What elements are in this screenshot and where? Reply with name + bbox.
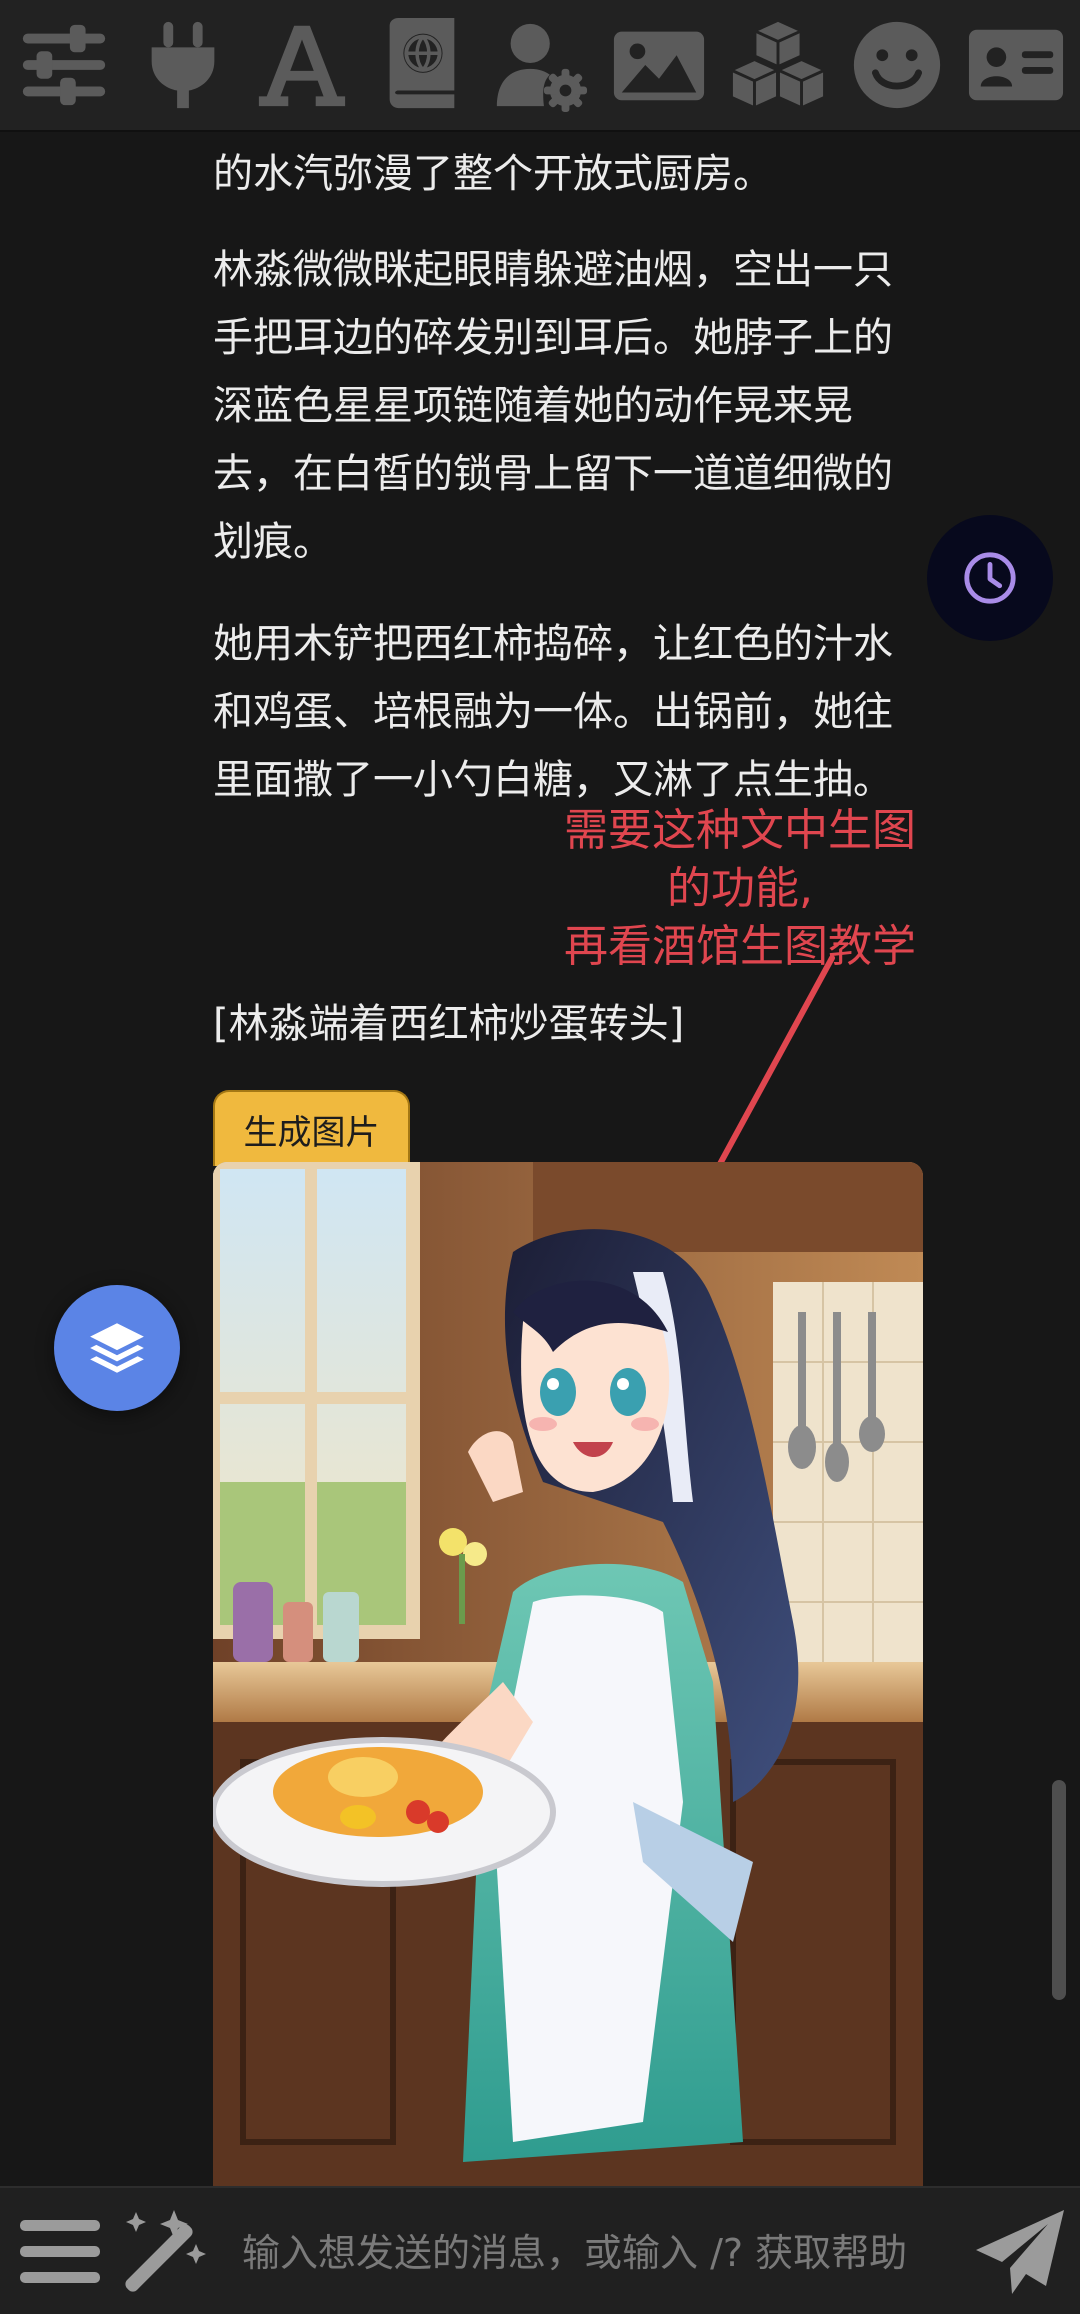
send-icon[interactable] [972, 2206, 1068, 2298]
annotation-line: 的功能, [667, 863, 813, 914]
sliders-icon[interactable] [8, 9, 120, 121]
annotation-line: 再看酒馆生图教学 [564, 921, 916, 972]
magic-wand-icon[interactable] [116, 2204, 208, 2296]
smile-icon[interactable] [841, 9, 953, 121]
history-button[interactable] [927, 515, 1053, 641]
message-paragraph: [林淼端着西红柿炒蛋转头] [213, 990, 903, 1058]
generate-image-label: 生成图片 [243, 1112, 380, 1153]
id-card-icon[interactable] [960, 9, 1072, 121]
annotation-text: 需要这种文中生图 的功能, 再看酒馆生图教学 [520, 802, 960, 976]
clock-icon [964, 552, 1016, 604]
cubes-icon[interactable] [722, 9, 834, 121]
message-input[interactable] [240, 2208, 964, 2298]
input-bar [0, 2186, 1080, 2314]
message-paragraph: 林淼微微眯起眼睛躲避油烟，空出一只手把耳边的碎发别到耳后。她脖子上的深蓝色星星项… [213, 236, 903, 576]
layers-button[interactable] [54, 1285, 180, 1411]
scrollbar-thumb[interactable] [1052, 1780, 1066, 2000]
user-cog-icon[interactable] [484, 9, 596, 121]
layers-icon [90, 1323, 144, 1373]
generate-image-button[interactable]: 生成图片 [213, 1090, 410, 1166]
scrollbar[interactable] [1052, 1780, 1070, 2000]
message-paragraph: 她用木铲把西红柿捣碎，让红色的汁水和鸡蛋、培根融为一体。出锅前，她往里面撒了一小… [213, 610, 903, 814]
top-toolbar [0, 0, 1080, 132]
menu-icon[interactable] [18, 2214, 102, 2290]
paragraph-text: [林淼端着西红柿炒蛋转头] [213, 1001, 685, 1047]
annotation-line: 需要这种文中生图 [564, 805, 916, 856]
font-icon[interactable] [246, 9, 358, 121]
generated-image[interactable] [213, 1162, 923, 2186]
paragraph-text: 她用木铲把西红柿捣碎，让红色的汁水和鸡蛋、培根融为一体。出锅前，她往里面撒了一小… [213, 621, 893, 803]
paragraph-text: 的水汽弥漫了整个开放式厨房。 [213, 151, 773, 197]
book-globe-icon[interactable] [365, 9, 477, 121]
image-icon[interactable] [603, 9, 715, 121]
plug-icon[interactable] [127, 9, 239, 121]
message-paragraph: 的水汽弥漫了整个开放式厨房。 [213, 140, 903, 208]
paragraph-text: 林淼微微眯起眼睛躲避油烟，空出一只手把耳边的碎发别到耳后。她脖子上的深蓝色星星项… [213, 247, 893, 565]
